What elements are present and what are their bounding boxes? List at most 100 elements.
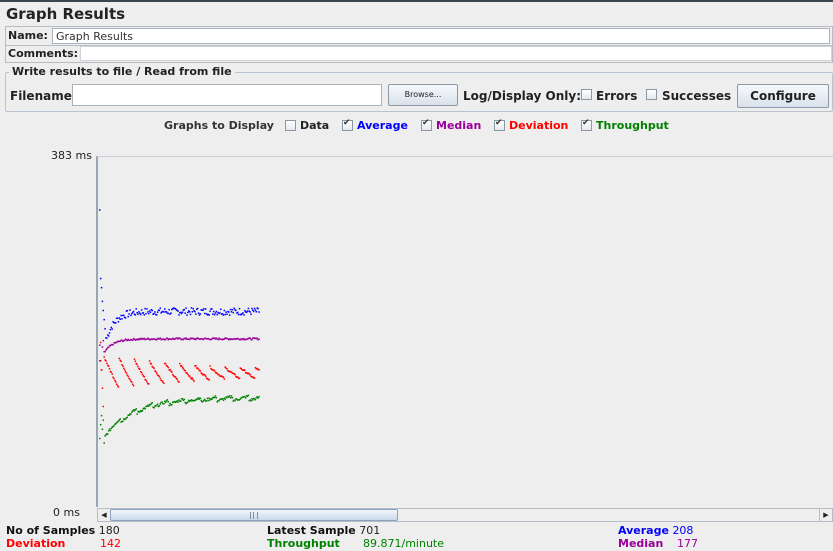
deviation-point [155, 372, 158, 375]
graph-horizontal-scrollbar[interactable]: ◀ ▶ [97, 508, 833, 522]
deviation-point [155, 370, 157, 373]
throughput-point [179, 400, 182, 402]
throughput-point [252, 399, 254, 401]
series-throughput [99, 394, 260, 444]
average-point [214, 312, 217, 314]
deviation-point [123, 369, 126, 371]
average-point [216, 313, 218, 316]
throughput-point [135, 408, 137, 410]
deviation-point [127, 375, 129, 378]
deviation-point [121, 364, 123, 366]
deviation-point [158, 375, 161, 378]
throughput-point [99, 424, 102, 426]
deviation-point [117, 386, 120, 388]
average-point [153, 312, 155, 315]
deviation-point [199, 369, 202, 372]
deviation-point [176, 378, 178, 380]
average-point [109, 328, 112, 331]
latest-sample-value: 701 [359, 524, 381, 537]
throughput-point [168, 404, 170, 407]
deviation-point [131, 383, 134, 385]
deviation-point [197, 368, 200, 370]
deviation-point [187, 373, 189, 376]
average-point [188, 311, 191, 313]
scroll-right-button[interactable]: ▶ [819, 509, 832, 521]
samples-stat: No of Samples 180 [6, 524, 120, 537]
throughput-point [161, 401, 163, 403]
throughput-point [109, 429, 112, 432]
throughput-point [131, 411, 133, 414]
deviation-point [159, 377, 162, 380]
throughput-point [100, 414, 103, 417]
deviation-point [218, 373, 220, 376]
average-point [192, 307, 194, 310]
deviation-point [244, 369, 246, 372]
deviation-point [99, 360, 101, 362]
average-point [148, 310, 151, 312]
deviation-point [226, 368, 228, 370]
deviation-point [105, 360, 107, 362]
deviation-point [163, 382, 165, 384]
average-point [116, 317, 119, 320]
scroll-left-button[interactable]: ◀ [98, 509, 110, 521]
scroll-thumb[interactable] [110, 509, 398, 521]
deviation-stat-value: 142 [100, 537, 121, 550]
samples-value: 180 [98, 524, 120, 537]
deviation-point [140, 371, 143, 374]
throughput-point [164, 401, 167, 404]
throughput-point [147, 405, 150, 407]
average-point [253, 307, 256, 310]
throughput-point [167, 400, 170, 403]
median-point [112, 344, 114, 346]
median-point [101, 346, 104, 348]
deviation-point [150, 363, 153, 365]
average-point [195, 313, 197, 315]
average-point [224, 313, 226, 316]
average-point [154, 311, 156, 313]
average-point [219, 312, 221, 314]
average-point [230, 311, 233, 313]
average-point [149, 311, 152, 314]
average-point [111, 328, 113, 330]
average-point [222, 314, 225, 316]
average-point [117, 321, 120, 323]
average-point [151, 309, 154, 312]
throughput-point [208, 397, 210, 399]
deviation-point [213, 370, 216, 372]
average-point [220, 308, 222, 311]
deviation-point [204, 375, 207, 377]
throughput-point [141, 409, 144, 412]
median-point [188, 338, 191, 341]
deviation-point [125, 372, 128, 374]
deviation-point [180, 365, 183, 367]
average-point [128, 313, 130, 315]
average-point [108, 332, 111, 334]
deviation-point [191, 377, 194, 379]
throughput-point [204, 398, 206, 401]
throughput-point [231, 396, 234, 399]
average-point [99, 209, 101, 211]
throughput-point [177, 401, 179, 403]
average-point [163, 308, 166, 310]
deviation-point [169, 368, 171, 371]
average-point [103, 318, 105, 321]
deviation-point [161, 380, 163, 382]
throughput-point [158, 405, 161, 407]
average-point [107, 335, 110, 337]
deviation-point [179, 362, 181, 365]
average-point [110, 326, 113, 329]
samples-label: No of Samples [6, 524, 96, 537]
average-point [181, 311, 184, 313]
deviation-point [110, 371, 113, 374]
throughput-point [221, 398, 224, 400]
throughput-point [101, 428, 104, 431]
throughput-point [130, 413, 132, 416]
average-point [212, 310, 215, 313]
deviation-point [134, 360, 137, 363]
deviation-point [116, 384, 119, 387]
series-average [99, 209, 260, 339]
average-point [144, 307, 146, 310]
throughput-point [234, 399, 236, 402]
average-point [178, 314, 180, 316]
deviation-point [126, 374, 129, 376]
